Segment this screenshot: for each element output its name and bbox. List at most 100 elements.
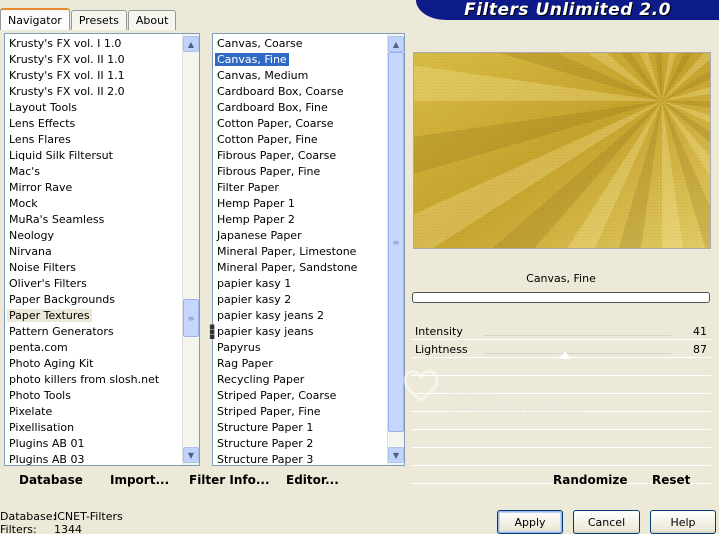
category-list-item[interactable]: Mac's	[5, 164, 182, 180]
grip-icon: ≡	[392, 237, 400, 247]
category-list-item[interactable]: Pixellisation	[5, 420, 182, 436]
filter-info-button[interactable]: Filter Info...	[189, 473, 270, 487]
filter-list-item[interactable]: Recycling Paper	[213, 372, 387, 388]
category-list-item[interactable]: Krusty's FX vol. I 1.0	[5, 36, 182, 52]
filter-list-item[interactable]: Mineral Paper, Limestone	[213, 244, 387, 260]
category-list-item[interactable]: Mirror Rave	[5, 180, 182, 196]
category-scrollbar[interactable]: ▲ ≡ ▼	[182, 34, 199, 465]
category-list-item[interactable]: Photo Tools	[5, 388, 182, 404]
filter-item-label: papier kasy jeans	[217, 325, 314, 338]
filter-list-item[interactable]: Canvas, Coarse	[213, 36, 387, 52]
category-list-item[interactable]: Krusty's FX vol. II 1.1	[5, 68, 182, 84]
category-item-label: Plugins AB 01	[9, 437, 85, 450]
splitter-grip-icon[interactable]: ▪ ▪ ▪	[209, 323, 215, 342]
filter-list-item[interactable]: Canvas, Medium	[213, 68, 387, 84]
filter-list-item[interactable]: Canvas, Fine	[213, 52, 387, 68]
filter-list-item[interactable]: Fibrous Paper, Coarse	[213, 148, 387, 164]
filter-list-item[interactable]: Japanese Paper	[213, 228, 387, 244]
filter-list-item[interactable]: Structure Paper 3	[213, 452, 387, 465]
category-scroll-thumb[interactable]: ≡	[183, 299, 199, 337]
category-list-item[interactable]: Oliver's Filters	[5, 276, 182, 292]
filter-list[interactable]: Canvas, Coarse Canvas, Fine Canvas, Medium…	[213, 34, 387, 465]
category-list[interactable]: Krusty's FX vol. I 1.0 Krusty's FX vol. I…	[5, 34, 182, 465]
filter-item-label: papier kasy 1	[217, 277, 292, 290]
category-item-label: penta.com	[9, 341, 68, 354]
filter-list-item[interactable]: Cardboard Box, Coarse	[213, 84, 387, 100]
status-filters-label: Filters:	[0, 523, 37, 534]
editor-button[interactable]: Editor...	[286, 473, 339, 487]
randomize-button[interactable]: Randomize	[553, 473, 627, 487]
param-intensity-slider[interactable]	[483, 335, 671, 336]
database-button[interactable]: Database	[19, 473, 83, 487]
filter-list-item[interactable]: Striped Paper, Coarse	[213, 388, 387, 404]
filter-list-item[interactable]: Filter Paper	[213, 180, 387, 196]
category-item-label: Lens Effects	[9, 117, 76, 130]
category-list-item[interactable]: Paper Backgrounds	[5, 292, 182, 308]
filter-item-label: Filter Paper	[217, 181, 279, 194]
filter-list-item[interactable]: papier kasy jeans	[213, 324, 387, 340]
category-list-item[interactable]: Layout Tools	[5, 100, 182, 116]
help-button[interactable]: Help	[650, 510, 716, 534]
filter-item-label: Fibrous Paper, Coarse	[217, 149, 337, 162]
category-scroll-up-button[interactable]: ▲	[183, 36, 199, 52]
reset-button[interactable]: Reset	[652, 473, 690, 487]
category-list-item[interactable]: Liquid Silk Filtersut	[5, 148, 182, 164]
filter-list-item[interactable]: papier kasy jeans 2	[213, 308, 387, 324]
category-scroll-down-button[interactable]: ▼	[183, 447, 199, 463]
filter-scroll-down-button[interactable]: ▼	[388, 447, 404, 463]
chevron-down-icon: ▼	[187, 450, 195, 460]
category-list-item[interactable]: Photo Aging Kit	[5, 356, 182, 372]
filter-list-item[interactable]: Hemp Paper 1	[213, 196, 387, 212]
category-list-item[interactable]: Pattern Generators	[5, 324, 182, 340]
filter-list-item[interactable]: papier kasy 1	[213, 276, 387, 292]
filter-list-item[interactable]: Cardboard Box, Fine	[213, 100, 387, 116]
filter-item-label: Papyrus	[217, 341, 261, 354]
tab-navigator[interactable]: Navigator	[0, 8, 70, 30]
category-list-item[interactable]: Noise Filters	[5, 260, 182, 276]
filter-item-label: Hemp Paper 2	[217, 213, 295, 226]
apply-button[interactable]: Apply	[497, 510, 563, 534]
category-list-item[interactable]: Krusty's FX vol. II 1.0	[5, 52, 182, 68]
category-list-panel: Krusty's FX vol. I 1.0 Krusty's FX vol. I…	[4, 33, 200, 466]
category-list-item[interactable]: MuRa's Seamless	[5, 212, 182, 228]
category-list-item[interactable]: Mock	[5, 196, 182, 212]
filter-list-item[interactable]: Hemp Paper 2	[213, 212, 387, 228]
param-lightness[interactable]: Lightness 87	[411, 340, 711, 359]
param-intensity[interactable]: Intensity 41	[411, 322, 711, 340]
filter-item-label: Structure Paper 1	[217, 421, 314, 434]
filter-item-label: Cardboard Box, Fine	[217, 101, 328, 114]
filter-scroll-up-button[interactable]: ▲	[388, 36, 404, 52]
category-list-item[interactable]: penta.com	[5, 340, 182, 356]
filter-list-item[interactable]: Striped Paper, Fine	[213, 404, 387, 420]
category-list-item[interactable]: Plugins AB 01	[5, 436, 182, 452]
tab-presets[interactable]: Presets	[70, 10, 127, 30]
filter-list-item[interactable]: Cotton Paper, Fine	[213, 132, 387, 148]
category-list-item[interactable]: Nirvana	[5, 244, 182, 260]
cancel-button[interactable]: Cancel	[573, 510, 640, 534]
category-list-item[interactable]: Plugins AB 03	[5, 452, 182, 465]
tab-about[interactable]: About	[127, 10, 177, 30]
category-item-label: Nirvana	[9, 245, 52, 258]
category-item-label: Neology	[9, 229, 55, 242]
filter-list-item[interactable]: Structure Paper 2	[213, 436, 387, 452]
category-list-item[interactable]: Neology	[5, 228, 182, 244]
filter-list-item[interactable]: Structure Paper 1	[213, 420, 387, 436]
category-list-item[interactable]: Krusty's FX vol. II 2.0	[5, 84, 182, 100]
category-item-label: Krusty's FX vol. I 1.0	[9, 37, 122, 50]
param-lightness-slider[interactable]	[483, 353, 671, 354]
filter-list-item[interactable]: Mineral Paper, Sandstone	[213, 260, 387, 276]
filter-item-label: Cardboard Box, Coarse	[217, 85, 344, 98]
filter-list-item[interactable]: Cotton Paper, Coarse	[213, 116, 387, 132]
param-intensity-label: Intensity	[415, 325, 463, 338]
category-item-label: Photo Aging Kit	[9, 357, 94, 370]
category-list-item[interactable]: Pixelate	[5, 404, 182, 420]
filter-list-item[interactable]: Rag Paper	[213, 356, 387, 372]
import-button[interactable]: Import...	[110, 473, 169, 487]
filter-list-item[interactable]: Fibrous Paper, Fine	[213, 164, 387, 180]
category-list-item[interactable]: photo killers from slosh.net	[5, 372, 182, 388]
category-list-item[interactable]: Lens Effects	[5, 116, 182, 132]
filter-list-item[interactable]: papier kasy 2	[213, 292, 387, 308]
filter-list-item[interactable]: Papyrus	[213, 340, 387, 356]
category-list-item[interactable]: Lens Flares	[5, 132, 182, 148]
category-list-item[interactable]: Paper Textures	[5, 308, 182, 324]
